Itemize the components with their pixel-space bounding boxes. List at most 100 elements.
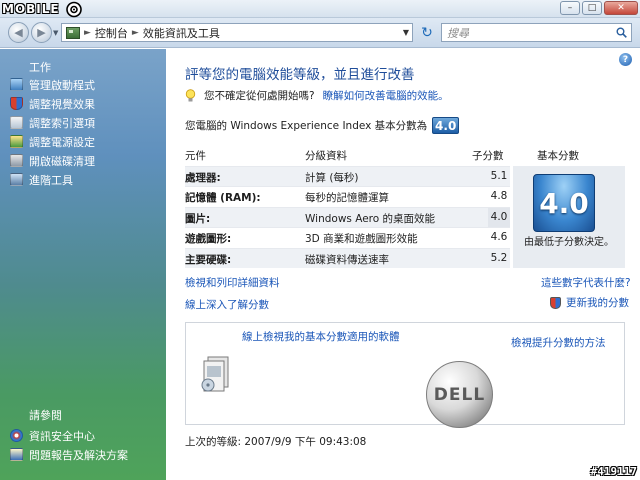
what-do-numbers-mean-link[interactable]: 這些數字代表什麼? xyxy=(541,275,631,290)
description-cell: 計算 (每秒) xyxy=(305,172,359,184)
sidebar-item-label: 資訊安全中心 xyxy=(29,429,95,443)
shield-icon xyxy=(10,97,23,110)
breadcrumb-separator[interactable]: ► xyxy=(132,28,139,38)
tools-icon xyxy=(10,173,23,186)
description-cell: 磁碟資料傳送速率 xyxy=(305,253,389,266)
score-table: 處理器: 計算 (每秒) 5.1 記憶體 (RAM): 每秒的記憶體運算 4.8… xyxy=(185,166,510,268)
search-icon[interactable] xyxy=(616,27,627,38)
index-icon xyxy=(10,116,23,129)
software-box-icon xyxy=(201,356,229,392)
lightbulb-icon xyxy=(185,88,196,101)
breadcrumb-control-panel[interactable]: 控制台 xyxy=(95,25,128,41)
title-bar: MOBILE – □ ✕ xyxy=(0,0,640,18)
sidebar-item-label: 管理啟動程式 xyxy=(29,78,95,92)
sidebar-item-visual-effects[interactable]: 調整視覺效果 xyxy=(10,94,164,113)
power-icon xyxy=(10,135,23,148)
logo-eye-icon xyxy=(65,1,82,17)
subscore-cell: 4.8 xyxy=(490,190,508,203)
tasks-heading: 工作 xyxy=(29,61,51,74)
score-table-header: 元件 分級資料 子分數 基本分數 xyxy=(185,146,626,166)
sidebar-item-security-center[interactable]: 資訊安全中心 xyxy=(10,426,164,445)
mobile01-logo: MOBILE xyxy=(2,1,86,17)
update-score-label[interactable]: 更新我的分數 xyxy=(566,295,629,310)
sidebar-item-label: 調整視覺效果 xyxy=(29,97,95,111)
minimize-button[interactable]: – xyxy=(560,1,580,15)
base-score-panel: 4.0 由最低子分數決定。 xyxy=(513,166,625,268)
update-score-button[interactable]: 更新我的分數 xyxy=(550,295,629,310)
col-header-component: 元件 xyxy=(185,150,206,162)
table-row: 圖片: Windows Aero 的桌面效能 4.0 xyxy=(185,206,510,228)
description-cell: 3D 商業和遊戲圖形效能 xyxy=(305,233,418,246)
control-panel-icon xyxy=(66,26,80,39)
view-ways-to-improve-link[interactable]: 檢視提升分數的方法 xyxy=(511,335,606,350)
back-button[interactable]: ◀ xyxy=(8,22,29,43)
navigation-bar: ◀ ▶ ▼ ► 控制台 ► 效能資訊及工具 ▼ ↻ 搜尋 xyxy=(0,18,640,48)
base-score-badge-small: 4.0 xyxy=(432,117,460,134)
table-row: 記憶體 (RAM): 每秒的記憶體運算 4.8 xyxy=(185,186,510,206)
learn-more-online-link[interactable]: 線上深入了解分數 xyxy=(185,297,269,312)
page-title: 評等您的電腦效能等級，並且進行改善 xyxy=(185,67,415,83)
sidebar-item-power[interactable]: 調整電源設定 xyxy=(10,132,164,151)
component-cell: 處理器: xyxy=(185,172,221,184)
sidebar-item-manage-startup[interactable]: 管理啟動程式 xyxy=(10,75,164,94)
subscore-cell: 5.1 xyxy=(490,170,508,182)
sidebar-item-advanced-tools[interactable]: 進階工具 xyxy=(10,170,164,189)
view-print-details-link[interactable]: 檢視和列印詳細資料 xyxy=(185,275,280,290)
sidebar-item-problem-reports[interactable]: 問題報告及解決方案 xyxy=(10,445,164,464)
base-score-badge: 4.0 xyxy=(533,174,595,232)
task-pane: 工作 管理啟動程式 調整視覺效果 調整索引選項 調整電源設定 開啟磁碟清理 進階… xyxy=(0,49,166,480)
sidebar-item-indexing[interactable]: 調整索引選項 xyxy=(10,113,164,132)
main-content: ? 評等您的電腦效能等級，並且進行改善 您不確定從何處開始嗎? 瞭解如何改善電腦… xyxy=(166,49,640,480)
component-cell: 主要硬碟: xyxy=(185,253,232,266)
recent-pages-dropdown[interactable]: ▼ xyxy=(53,29,58,37)
component-cell: 遊戲圖形: xyxy=(185,233,232,246)
watermark: #419117 xyxy=(590,465,637,478)
subscore-cell: 4.0 xyxy=(488,207,510,228)
sidebar-item-label: 開啟磁碟清理 xyxy=(29,154,95,168)
startup-icon xyxy=(10,78,23,91)
close-button[interactable]: ✕ xyxy=(604,1,638,15)
sidebar-item-label: 問題報告及解決方案 xyxy=(29,448,128,462)
base-score-caption: 由最低子分數決定。 xyxy=(524,237,614,248)
table-row: 處理器: 計算 (每秒) 5.1 xyxy=(185,166,510,187)
tip-row: 您不確定從何處開始嗎? 瞭解如何改善電腦的效能。 xyxy=(185,88,449,103)
disk-cleanup-icon xyxy=(10,154,23,167)
table-row: 主要硬碟: 磁碟資料傳送速率 5.2 xyxy=(185,247,510,268)
task-list: 管理啟動程式 調整視覺效果 調整索引選項 調整電源設定 開啟磁碟清理 進階工具 xyxy=(10,75,164,189)
sidebar-item-label: 調整電源設定 xyxy=(29,135,95,149)
dell-logo: DELL xyxy=(426,361,493,428)
improve-performance-link[interactable]: 瞭解如何改善電腦的效能。 xyxy=(323,88,449,103)
sidebar-item-disk-cleanup[interactable]: 開啟磁碟清理 xyxy=(10,151,164,170)
refresh-icon[interactable]: ↻ xyxy=(418,24,436,42)
problem-report-icon xyxy=(10,448,23,461)
maximize-button[interactable]: □ xyxy=(582,1,602,15)
sidebar-item-label: 調整索引選項 xyxy=(29,116,95,130)
description-cell: Windows Aero 的桌面效能 xyxy=(305,212,436,225)
component-cell: 記憶體 (RAM): xyxy=(185,192,261,205)
address-bar[interactable]: ► 控制台 ► 效能資訊及工具 ▼ xyxy=(61,23,413,42)
col-header-rated: 分級資料 xyxy=(305,150,347,162)
help-icon[interactable]: ? xyxy=(619,53,632,66)
col-header-base-score: 基本分數 xyxy=(537,150,579,162)
subscore-cell: 4.6 xyxy=(490,231,508,244)
see-also-list: 資訊安全中心 問題報告及解決方案 xyxy=(10,426,164,464)
see-also-heading: 請參閱 xyxy=(29,409,62,422)
component-cell: 圖片: xyxy=(185,212,211,225)
logo-text: MOBILE xyxy=(2,2,60,16)
forward-button[interactable]: ▶ xyxy=(31,22,52,43)
subscore-cell: 5.2 xyxy=(490,251,508,264)
description-cell: 每秒的記憶體運算 xyxy=(305,192,389,205)
base-score-line: 您電腦的 Windows Experience Index 基本分數為 4.0 xyxy=(185,117,460,134)
breadcrumb-performance[interactable]: 效能資訊及工具 xyxy=(143,25,220,41)
search-input[interactable]: 搜尋 xyxy=(441,23,632,42)
window-controls: – □ ✕ xyxy=(560,1,638,15)
address-dropdown-icon[interactable]: ▼ xyxy=(403,28,409,37)
view-software-link[interactable]: 線上檢視我的基本分數適用的軟體 xyxy=(242,329,400,344)
col-header-subscore: 子分數 xyxy=(472,150,504,162)
search-placeholder: 搜尋 xyxy=(447,26,469,40)
breadcrumb-separator[interactable]: ► xyxy=(84,28,91,38)
software-promo-panel: 線上檢視我的基本分數適用的軟體 檢視提升分數的方法 DELL xyxy=(185,322,625,428)
security-center-icon xyxy=(10,429,23,442)
uac-shield-icon xyxy=(550,296,561,309)
table-row: 遊戲圖形: 3D 商業和遊戲圖形效能 4.6 xyxy=(185,227,510,247)
